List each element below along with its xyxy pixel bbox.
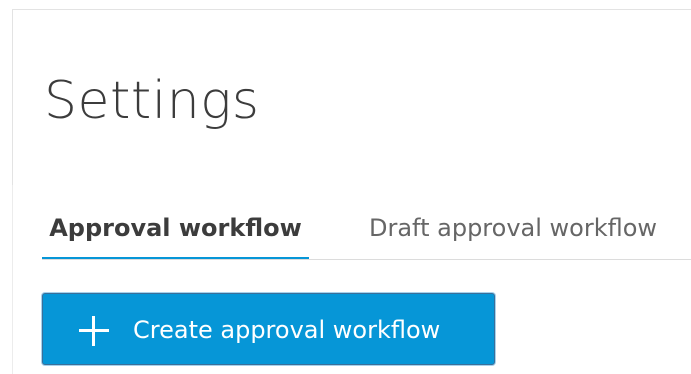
tab-approval-workflow-label: Approval workflow: [49, 214, 302, 242]
page-title: Settings: [44, 71, 260, 131]
tab-approval-workflow[interactable]: Approval workflow: [42, 198, 309, 260]
tab-draft-approval-workflow[interactable]: Draft approval workflow: [369, 198, 657, 258]
tab-draft-approval-workflow-label: Draft approval workflow: [369, 214, 658, 242]
create-approval-workflow-label: Create approval workflow: [133, 316, 441, 344]
panel-left-border-lower: [12, 185, 13, 374]
settings-panel: Settings Approval workflow Draft approva…: [0, 0, 691, 374]
panel-top-border: [12, 9, 691, 10]
create-approval-workflow-button[interactable]: Create approval workflow: [42, 293, 495, 365]
tab-bar: Approval workflow Draft approval workflo…: [42, 198, 691, 260]
plus-icon: [79, 316, 109, 346]
panel-left-border: [12, 9, 13, 185]
tab-bar-divider: [42, 259, 691, 260]
